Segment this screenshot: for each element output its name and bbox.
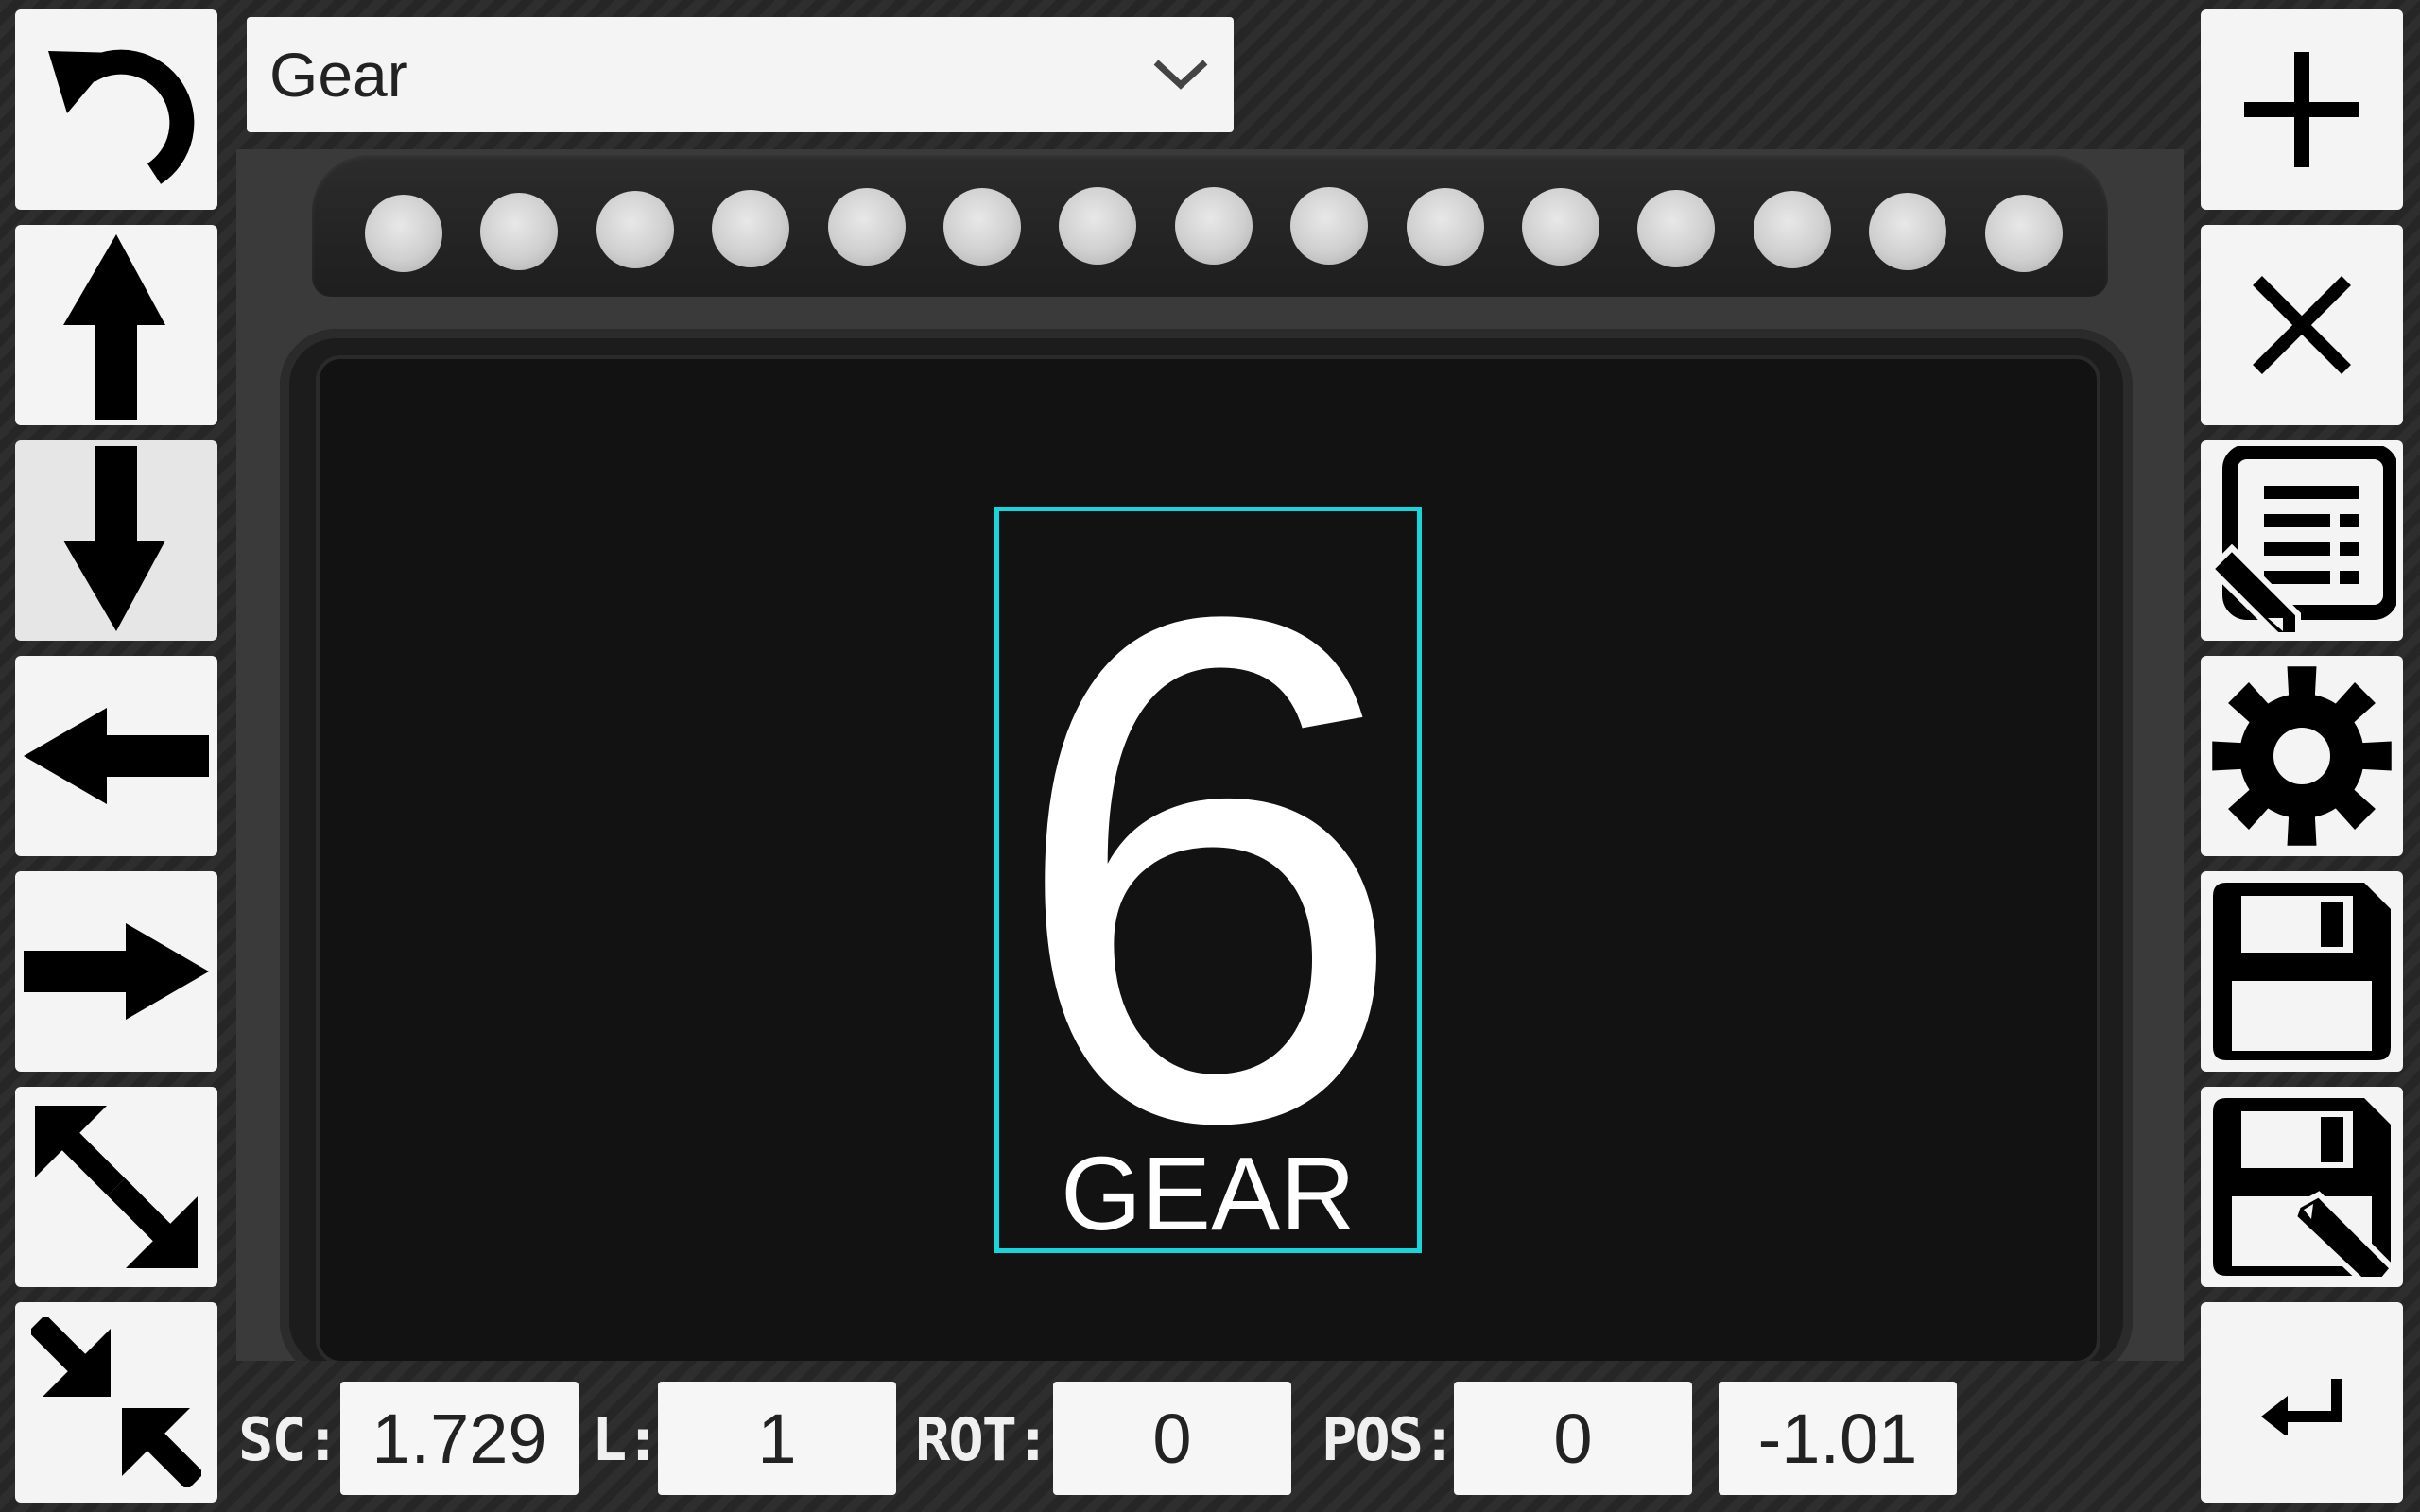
shift-light-led <box>1290 187 1369 266</box>
shift-light-led <box>827 188 906 266</box>
arrow-up-icon <box>63 234 165 420</box>
shift-light-led <box>1174 187 1253 265</box>
shift-light-led <box>1406 187 1484 266</box>
scale-label: SC: <box>238 1405 340 1474</box>
shift-light-led <box>365 195 442 272</box>
scale-field[interactable]: 1.729 <box>340 1382 579 1495</box>
expand-icon <box>35 1106 198 1268</box>
gear-icon <box>2212 666 2392 846</box>
back-icon <box>2261 1379 2342 1435</box>
position-y-field[interactable]: -1.01 <box>1719 1382 1957 1495</box>
expand-button[interactable] <box>15 1087 217 1287</box>
shrink-icon <box>31 1317 201 1487</box>
save-icon <box>2213 883 2391 1060</box>
widget-type-dropdown[interactable]: Gear <box>247 17 1234 132</box>
save-button[interactable] <box>2201 871 2403 1072</box>
add-widget-button[interactable] <box>2201 9 2403 210</box>
move-right-button[interactable] <box>15 871 217 1072</box>
undo-button[interactable] <box>15 9 217 210</box>
shift-light-led <box>1869 192 1947 270</box>
arrow-down-icon <box>63 446 165 631</box>
gear-value: 6 <box>1008 469 1409 1271</box>
dropdown-selected-value: Gear <box>269 40 408 110</box>
shift-light-led <box>1522 188 1599 266</box>
settings-button[interactable] <box>2201 656 2403 856</box>
chevron-down-icon <box>1153 60 1208 90</box>
shift-light-led <box>943 187 1021 266</box>
undo-icon <box>48 49 195 184</box>
shrink-button[interactable] <box>15 1302 217 1503</box>
plus-icon <box>2244 52 2360 167</box>
delete-widget-button[interactable] <box>2201 225 2403 425</box>
position-x-field[interactable]: 0 <box>1454 1382 1692 1495</box>
layer-label: L: <box>592 1405 661 1474</box>
rotation-field[interactable]: 0 <box>1053 1382 1291 1495</box>
close-icon <box>2253 276 2351 374</box>
layer-field[interactable]: 1 <box>658 1382 896 1495</box>
gear-widget-selection[interactable]: 6 GEAR <box>994 507 1422 1253</box>
edit-list-icon <box>2207 446 2396 635</box>
shift-light-led <box>596 191 674 269</box>
save-as-button[interactable] <box>2201 1087 2403 1287</box>
move-left-button[interactable] <box>15 656 217 856</box>
shift-light-led <box>712 189 790 267</box>
rotation-label: ROT: <box>915 1405 1050 1474</box>
arrow-left-icon <box>24 708 209 804</box>
move-up-button[interactable] <box>15 225 217 425</box>
edit-properties-button[interactable] <box>2201 440 2403 641</box>
move-down-button[interactable] <box>15 440 217 641</box>
back-button[interactable] <box>2201 1302 2403 1503</box>
shift-light-led <box>1637 189 1716 267</box>
gear-label: GEAR <box>1061 1136 1356 1252</box>
arrow-right-icon <box>24 923 209 1020</box>
shift-light-led <box>1059 187 1137 266</box>
shift-light-led <box>480 192 559 270</box>
shift-light-led <box>1753 191 1831 269</box>
position-label: POS: <box>1322 1405 1457 1474</box>
save-as-icon <box>2213 1098 2396 1281</box>
shift-light-led <box>1984 195 2063 272</box>
